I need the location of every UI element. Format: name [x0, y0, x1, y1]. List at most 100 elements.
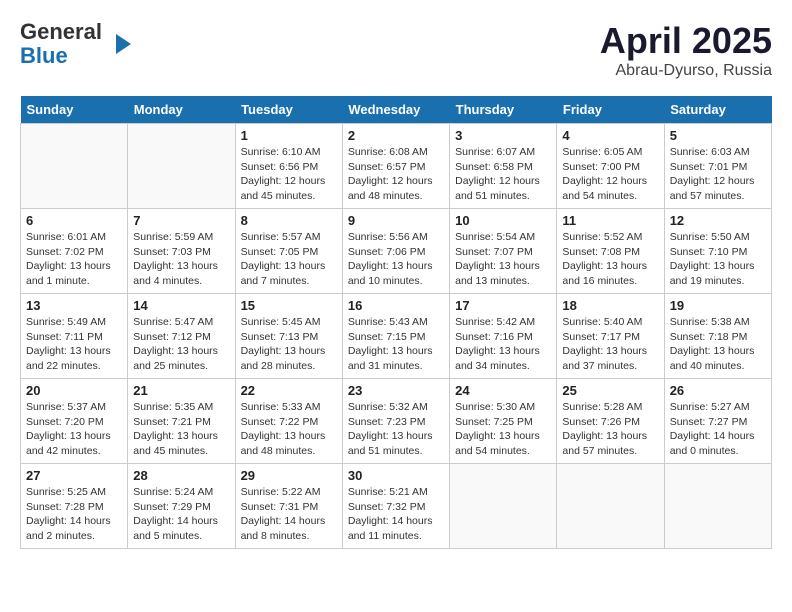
calendar-cell: 14Sunrise: 5:47 AM Sunset: 7:12 PM Dayli…: [128, 294, 235, 379]
calendar-cell: 6 Sunrise: 6:01 AM Sunset: 7:02 PM Daylig…: [21, 209, 128, 294]
day-info: Sunrise: 6:08 AM Sunset: 6:57 PM Dayligh…: [348, 145, 444, 204]
week-row-3: 13Sunrise: 5:49 AM Sunset: 7:11 PM Dayli…: [21, 294, 772, 379]
day-info: Sunrise: 5:35 AM Sunset: 7:21 PM Dayligh…: [133, 400, 229, 459]
day-number: 3: [455, 128, 551, 143]
page-header: General Blue April 2025 Abrau-Dyurso, Ru…: [20, 20, 772, 80]
calendar-cell: 7 Sunrise: 5:59 AM Sunset: 7:03 PM Daylig…: [128, 209, 235, 294]
day-info: Sunrise: 5:32 AM Sunset: 7:23 PM Dayligh…: [348, 400, 444, 459]
day-number: 8: [241, 213, 337, 228]
day-number: 10: [455, 213, 551, 228]
day-number: 24: [455, 383, 551, 398]
day-info: Sunrise: 5:40 AM Sunset: 7:17 PM Dayligh…: [562, 315, 658, 374]
calendar-cell: 28Sunrise: 5:24 AM Sunset: 7:29 PM Dayli…: [128, 464, 235, 549]
day-info: Sunrise: 6:07 AM Sunset: 6:58 PM Dayligh…: [455, 145, 551, 204]
calendar-cell: 1 Sunrise: 6:10 AM Sunset: 6:56 PM Daylig…: [235, 124, 342, 209]
day-info: Sunrise: 6:03 AM Sunset: 7:01 PM Dayligh…: [670, 145, 766, 204]
calendar-cell: 30 Sunrise: 5:21 AM Sunset: 7:32 PM Dayli…: [342, 464, 449, 549]
main-title: April 2025: [600, 20, 772, 62]
calendar-cell: 20Sunrise: 5:37 AM Sunset: 7:20 PM Dayli…: [21, 379, 128, 464]
calendar-cell: 8 Sunrise: 5:57 AM Sunset: 7:05 PM Daylig…: [235, 209, 342, 294]
calendar-cell: 26Sunrise: 5:27 AM Sunset: 7:27 PM Dayli…: [664, 379, 771, 464]
calendar-cell: 21 Sunrise: 5:35 AM Sunset: 7:21 PM Dayli…: [128, 379, 235, 464]
logo-blue: Blue: [20, 44, 102, 68]
day-number: 6: [26, 213, 122, 228]
calendar-cell: 15 Sunrise: 5:45 AM Sunset: 7:13 PM Dayli…: [235, 294, 342, 379]
calendar-cell: [21, 124, 128, 209]
day-info: Sunrise: 5:38 AM Sunset: 7:18 PM Dayligh…: [670, 315, 766, 374]
day-info: Sunrise: 5:37 AM Sunset: 7:20 PM Dayligh…: [26, 400, 122, 459]
day-info: Sunrise: 5:54 AM Sunset: 7:07 PM Dayligh…: [455, 230, 551, 289]
day-info: Sunrise: 5:27 AM Sunset: 7:27 PM Dayligh…: [670, 400, 766, 459]
day-info: Sunrise: 5:21 AM Sunset: 7:32 PM Dayligh…: [348, 485, 444, 544]
day-info: Sunrise: 5:45 AM Sunset: 7:13 PM Dayligh…: [241, 315, 337, 374]
day-info: Sunrise: 6:05 AM Sunset: 7:00 PM Dayligh…: [562, 145, 658, 204]
week-row-1: 1 Sunrise: 6:10 AM Sunset: 6:56 PM Daylig…: [21, 124, 772, 209]
day-info: Sunrise: 5:30 AM Sunset: 7:25 PM Dayligh…: [455, 400, 551, 459]
logo: General Blue: [20, 20, 136, 68]
calendar-cell: 17 Sunrise: 5:42 AM Sunset: 7:16 PM Dayli…: [450, 294, 557, 379]
calendar-cell: 18 Sunrise: 5:40 AM Sunset: 7:17 PM Dayli…: [557, 294, 664, 379]
calendar-cell: 4 Sunrise: 6:05 AM Sunset: 7:00 PM Daylig…: [557, 124, 664, 209]
weekday-header-wednesday: Wednesday: [342, 96, 449, 124]
day-number: 17: [455, 298, 551, 313]
calendar-cell: 16 Sunrise: 5:43 AM Sunset: 7:15 PM Dayli…: [342, 294, 449, 379]
calendar-cell: 12 Sunrise: 5:50 AM Sunset: 7:10 PM Dayli…: [664, 209, 771, 294]
calendar-cell: 9 Sunrise: 5:56 AM Sunset: 7:06 PM Daylig…: [342, 209, 449, 294]
calendar-cell: 11 Sunrise: 5:52 AM Sunset: 7:08 PM Dayli…: [557, 209, 664, 294]
day-info: Sunrise: 5:43 AM Sunset: 7:15 PM Dayligh…: [348, 315, 444, 374]
day-info: Sunrise: 5:42 AM Sunset: 7:16 PM Dayligh…: [455, 315, 551, 374]
day-number: 7: [133, 213, 229, 228]
weekday-header-row: SundayMondayTuesdayWednesdayThursdayFrid…: [21, 96, 772, 124]
day-number: 30: [348, 468, 444, 483]
day-info: Sunrise: 5:59 AM Sunset: 7:03 PM Dayligh…: [133, 230, 229, 289]
weekday-header-saturday: Saturday: [664, 96, 771, 124]
day-number: 29: [241, 468, 337, 483]
calendar-cell: 10 Sunrise: 5:54 AM Sunset: 7:07 PM Dayli…: [450, 209, 557, 294]
weekday-header-monday: Monday: [128, 96, 235, 124]
day-number: 1: [241, 128, 337, 143]
day-number: 27: [26, 468, 122, 483]
calendar-cell: 19 Sunrise: 5:38 AM Sunset: 7:18 PM Dayli…: [664, 294, 771, 379]
logo-icon: [106, 29, 136, 59]
week-row-5: 27 Sunrise: 5:25 AM Sunset: 7:28 PM Dayli…: [21, 464, 772, 549]
day-info: Sunrise: 6:10 AM Sunset: 6:56 PM Dayligh…: [241, 145, 337, 204]
day-number: 9: [348, 213, 444, 228]
day-info: Sunrise: 5:47 AM Sunset: 7:12 PM Dayligh…: [133, 315, 229, 374]
calendar-cell: 23 Sunrise: 5:32 AM Sunset: 7:23 PM Dayli…: [342, 379, 449, 464]
day-number: 22: [241, 383, 337, 398]
calendar-cell: 24 Sunrise: 5:30 AM Sunset: 7:25 PM Dayli…: [450, 379, 557, 464]
weekday-header-friday: Friday: [557, 96, 664, 124]
calendar-cell: 13Sunrise: 5:49 AM Sunset: 7:11 PM Dayli…: [21, 294, 128, 379]
day-info: Sunrise: 5:25 AM Sunset: 7:28 PM Dayligh…: [26, 485, 122, 544]
day-number: 16: [348, 298, 444, 313]
day-info: Sunrise: 5:56 AM Sunset: 7:06 PM Dayligh…: [348, 230, 444, 289]
day-number: 25: [562, 383, 658, 398]
day-info: Sunrise: 5:33 AM Sunset: 7:22 PM Dayligh…: [241, 400, 337, 459]
day-number: 11: [562, 213, 658, 228]
week-row-4: 20Sunrise: 5:37 AM Sunset: 7:20 PM Dayli…: [21, 379, 772, 464]
day-number: 12: [670, 213, 766, 228]
day-number: 21: [133, 383, 229, 398]
week-row-2: 6 Sunrise: 6:01 AM Sunset: 7:02 PM Daylig…: [21, 209, 772, 294]
day-number: 23: [348, 383, 444, 398]
calendar-cell: 29Sunrise: 5:22 AM Sunset: 7:31 PM Dayli…: [235, 464, 342, 549]
calendar-table: SundayMondayTuesdayWednesdayThursdayFrid…: [20, 96, 772, 549]
calendar-cell: 25 Sunrise: 5:28 AM Sunset: 7:26 PM Dayli…: [557, 379, 664, 464]
weekday-header-sunday: Sunday: [21, 96, 128, 124]
logo-text: General Blue: [20, 20, 102, 68]
day-number: 19: [670, 298, 766, 313]
day-number: 15: [241, 298, 337, 313]
calendar-cell: [450, 464, 557, 549]
day-info: Sunrise: 5:52 AM Sunset: 7:08 PM Dayligh…: [562, 230, 658, 289]
day-info: Sunrise: 5:57 AM Sunset: 7:05 PM Dayligh…: [241, 230, 337, 289]
day-info: Sunrise: 6:01 AM Sunset: 7:02 PM Dayligh…: [26, 230, 122, 289]
day-info: Sunrise: 5:50 AM Sunset: 7:10 PM Dayligh…: [670, 230, 766, 289]
calendar-cell: 2 Sunrise: 6:08 AM Sunset: 6:57 PM Daylig…: [342, 124, 449, 209]
day-number: 4: [562, 128, 658, 143]
logo-general: General: [20, 20, 102, 44]
calendar-cell: [664, 464, 771, 549]
weekday-header-thursday: Thursday: [450, 96, 557, 124]
day-number: 2: [348, 128, 444, 143]
day-info: Sunrise: 5:28 AM Sunset: 7:26 PM Dayligh…: [562, 400, 658, 459]
day-number: 18: [562, 298, 658, 313]
